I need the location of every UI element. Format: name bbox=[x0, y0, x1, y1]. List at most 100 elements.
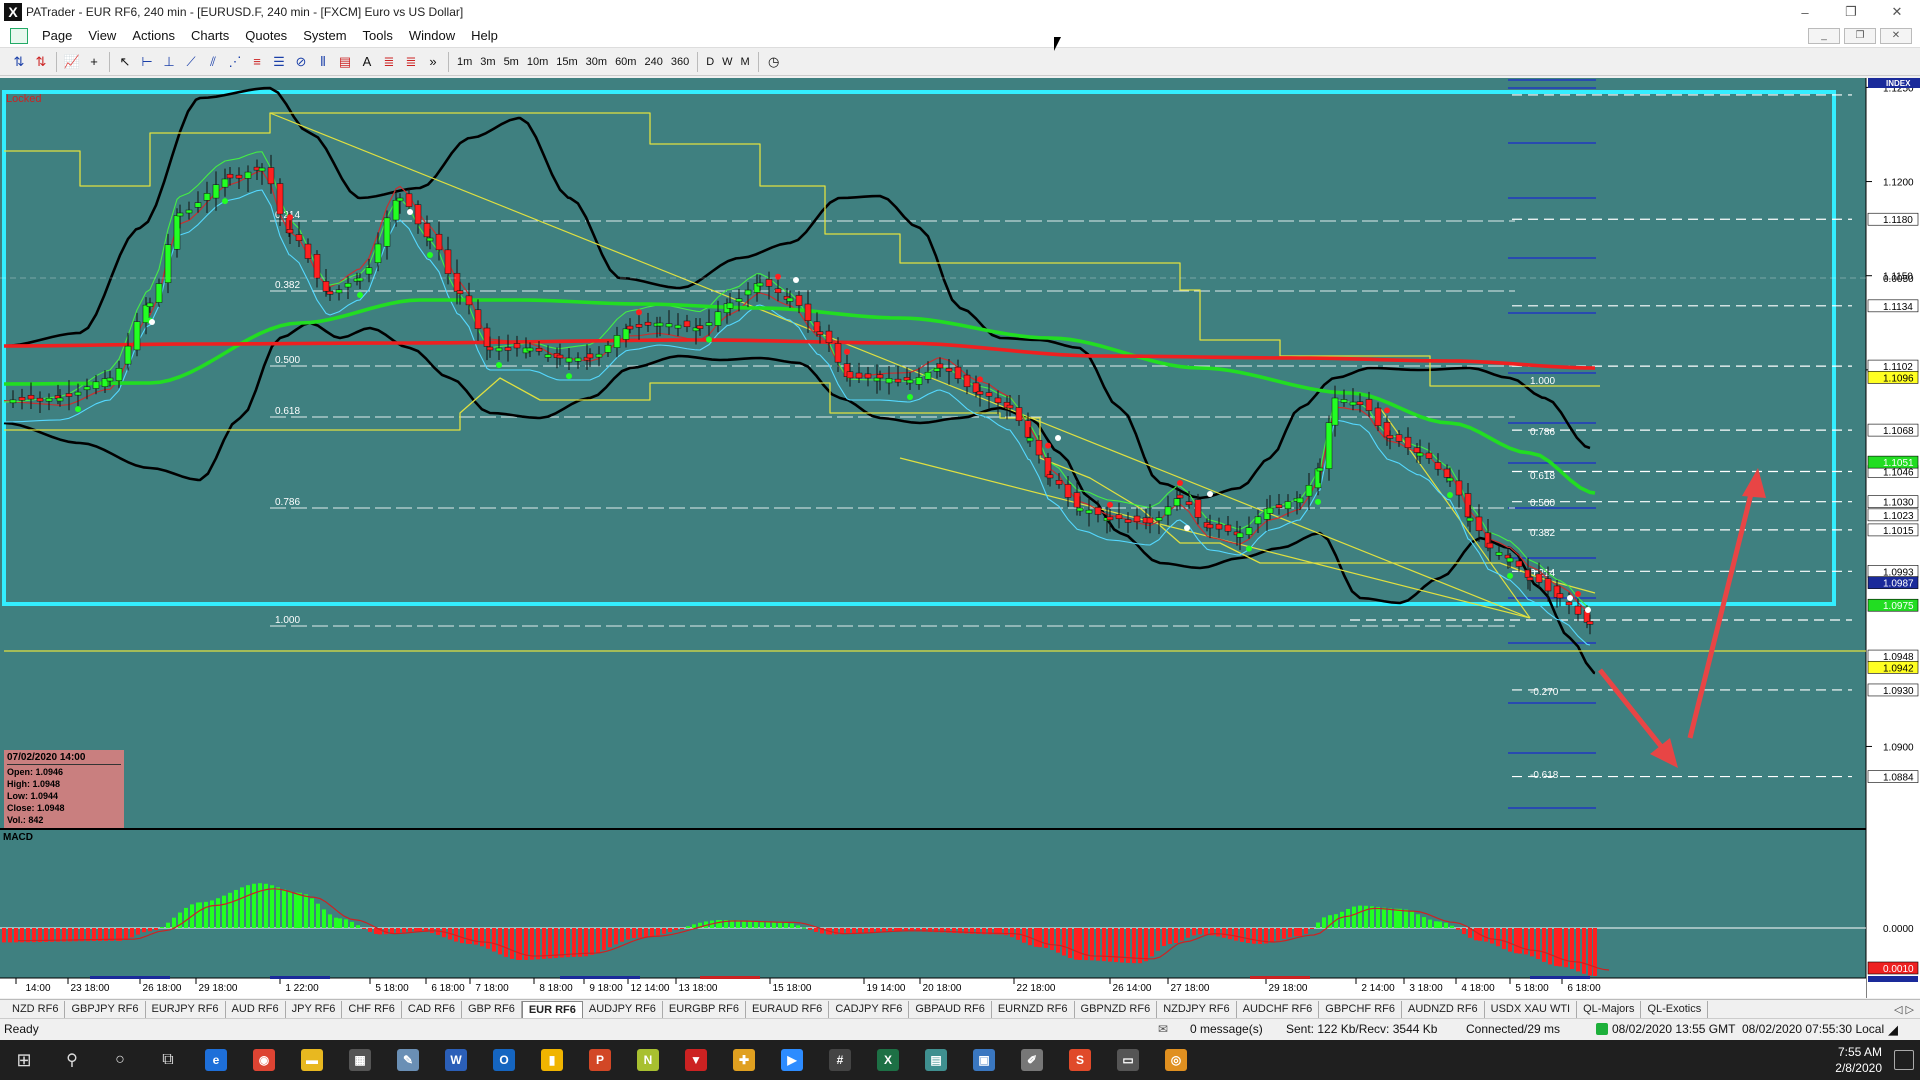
timeframe-3m-button[interactable]: 3m bbox=[476, 56, 499, 68]
symbol-tab[interactable]: EURAUD RF6 bbox=[746, 1000, 830, 1018]
rectangle-icon[interactable]: ▤ bbox=[334, 51, 356, 73]
symbol-tab[interactable]: NZD RF6 bbox=[6, 1000, 66, 1018]
gann-icon[interactable]: ⊘ bbox=[290, 51, 312, 73]
chart-type-icon[interactable]: 📈 bbox=[61, 51, 83, 73]
timeframe-10m-button[interactable]: 10m bbox=[523, 56, 552, 68]
symbol-tab[interactable]: AUDJPY RF6 bbox=[583, 1000, 663, 1018]
resize-grip-icon[interactable]: ◢ bbox=[1888, 1022, 1898, 1038]
timeframe-1m-button[interactable]: 1m bbox=[453, 56, 476, 68]
taskbar-app-calculator[interactable]: # bbox=[816, 1040, 864, 1080]
taskbar-app-brush[interactable]: ✐ bbox=[1008, 1040, 1056, 1080]
mail-icon[interactable]: ✉ bbox=[1158, 1022, 1168, 1036]
timeframe-15m-button[interactable]: 15m bbox=[552, 56, 581, 68]
taskbar-app-slides[interactable]: S bbox=[1056, 1040, 1104, 1080]
timeframe-60m-button[interactable]: 60m bbox=[611, 56, 640, 68]
vertical-line-icon[interactable]: ⊥ bbox=[158, 51, 180, 73]
menu-tools[interactable]: Tools bbox=[355, 28, 401, 43]
period-weekly-button[interactable]: W bbox=[718, 56, 736, 68]
levels-alt-icon[interactable]: ≣ bbox=[400, 51, 422, 73]
taskbar-app-chart[interactable]: ▤ bbox=[912, 1040, 960, 1080]
taskbar-app-trader[interactable]: ▦ bbox=[336, 1040, 384, 1080]
taskbar-app-notes[interactable]: ✎ bbox=[384, 1040, 432, 1080]
taskbar-app-files[interactable]: ▬ bbox=[288, 1040, 336, 1080]
menu-charts[interactable]: Charts bbox=[183, 28, 237, 43]
timeframe-30m-button[interactable]: 30m bbox=[582, 56, 611, 68]
symbol-tab[interactable]: QL-Majors bbox=[1577, 1000, 1642, 1018]
menu-quotes[interactable]: Quotes bbox=[237, 28, 295, 43]
chart-menu-icon[interactable] bbox=[10, 27, 28, 44]
period-monthly-button[interactable]: M bbox=[737, 56, 754, 68]
child-restore-button[interactable]: ❐ bbox=[1844, 28, 1876, 44]
fib-retracement-icon[interactable]: ≡ bbox=[246, 51, 268, 73]
taskbar-app-bird[interactable]: ▼ bbox=[672, 1040, 720, 1080]
menu-page[interactable]: Page bbox=[34, 28, 80, 43]
menu-window[interactable]: Window bbox=[401, 28, 463, 43]
crosshair-icon[interactable]: + bbox=[83, 51, 105, 73]
symbol-tab[interactable]: NZDJPY RF6 bbox=[1157, 1000, 1237, 1018]
status-messages[interactable]: 0 message(s) bbox=[1190, 1022, 1263, 1036]
taskbar-app-paint[interactable]: ✚ bbox=[720, 1040, 768, 1080]
taskbar-app-monitor[interactable]: ▣ bbox=[960, 1040, 1008, 1080]
chart-area[interactable]: 0.214 0.382 0.500 0.618 0.786 1.000 1.000 0.786… bbox=[0, 78, 1920, 998]
symbol-tab[interactable]: JPY RF6 bbox=[286, 1000, 343, 1018]
symbol-tab[interactable]: GBPCHF RF6 bbox=[1319, 1000, 1402, 1018]
cycle-lines-icon[interactable]: ⦀ bbox=[312, 51, 334, 73]
taskbar-app-edge[interactable]: e bbox=[192, 1040, 240, 1080]
notification-icon[interactable] bbox=[1894, 1050, 1914, 1070]
taskbar-app-word[interactable]: W bbox=[432, 1040, 480, 1080]
taskbar-app-coins[interactable]: ◎ bbox=[1152, 1040, 1200, 1080]
taskbar-clock[interactable]: 7:55 AM 2/8/2020 bbox=[1835, 1044, 1882, 1076]
channel-icon[interactable]: ⫽ bbox=[202, 51, 224, 73]
symbol-tab[interactable]: EURJPY RF6 bbox=[146, 1000, 226, 1018]
symbol-tab[interactable]: AUD RF6 bbox=[226, 1000, 286, 1018]
menu-view[interactable]: View bbox=[80, 28, 124, 43]
symbol-tab[interactable]: USDX XAU WTI bbox=[1485, 1000, 1578, 1018]
start-button[interactable]: ⊞ bbox=[0, 1040, 48, 1080]
symbol-tab[interactable]: EURGBP RF6 bbox=[663, 1000, 747, 1018]
trendline-icon[interactable]: ⟋ bbox=[180, 51, 202, 73]
text-icon[interactable]: A bbox=[356, 51, 378, 73]
symbol-tab[interactable]: GBPJPY RF6 bbox=[65, 1000, 146, 1018]
price-chart[interactable]: 0.2140.3820.5000.6180.7861.0001.0000.786… bbox=[0, 78, 1920, 998]
symbol-tab[interactable]: GBPAUD RF6 bbox=[909, 1000, 992, 1018]
symbol-tab[interactable]: AUDNZD RF6 bbox=[1402, 1000, 1485, 1018]
child-close-button[interactable]: ✕ bbox=[1880, 28, 1912, 44]
symbol-tab[interactable]: CAD RF6 bbox=[402, 1000, 462, 1018]
fib-fan-icon[interactable]: ⋰ bbox=[224, 51, 246, 73]
order-icon[interactable]: ⇅ bbox=[30, 51, 52, 73]
menu-system[interactable]: System bbox=[295, 28, 354, 43]
toolbar-overflow-button[interactable]: » bbox=[422, 51, 444, 73]
symbol-tab[interactable]: EURNZD RF6 bbox=[992, 1000, 1075, 1018]
taskbar-app-powerpoint[interactable]: P bbox=[576, 1040, 624, 1080]
search-button[interactable]: ⚲ bbox=[48, 1040, 96, 1080]
symbol-tab[interactable]: GBPNZD RF6 bbox=[1075, 1000, 1158, 1018]
clock-icon[interactable]: ◷ bbox=[763, 51, 785, 73]
taskbar-app-folder[interactable]: ▮ bbox=[528, 1040, 576, 1080]
menu-actions[interactable]: Actions bbox=[124, 28, 183, 43]
symbol-tab[interactable]: AUDCHF RF6 bbox=[1237, 1000, 1320, 1018]
horizontal-line-icon[interactable]: ⊢ bbox=[136, 51, 158, 73]
symbol-tab[interactable]: QL-Exotics bbox=[1641, 1000, 1709, 1018]
taskbar-app-window[interactable]: ▭ bbox=[1104, 1040, 1152, 1080]
period-daily-button[interactable]: D bbox=[702, 56, 718, 68]
taskbar-app-excel[interactable]: X bbox=[864, 1040, 912, 1080]
taskbar-app-chrome[interactable]: ◉ bbox=[240, 1040, 288, 1080]
levels-icon[interactable]: ≣ bbox=[378, 51, 400, 73]
buy-sell-icon[interactable]: ⇅ bbox=[8, 51, 30, 73]
taskbar-app-outlook[interactable]: O bbox=[480, 1040, 528, 1080]
timeframe-360-button[interactable]: 360 bbox=[667, 56, 693, 68]
task-view-button[interactable]: ⧉ bbox=[144, 1040, 192, 1080]
taskbar-app-ninja[interactable]: N bbox=[624, 1040, 672, 1080]
tab-scroll-arrows[interactable]: ◁ ▷ bbox=[1894, 1003, 1914, 1016]
timeframe-5m-button[interactable]: 5m bbox=[500, 56, 523, 68]
symbol-tab[interactable]: EUR RF6 bbox=[521, 1000, 583, 1018]
minimize-button[interactable]: – bbox=[1782, 0, 1828, 24]
child-minimize-button[interactable]: _ bbox=[1808, 28, 1840, 44]
symbol-tab[interactable]: CADJPY RF6 bbox=[829, 1000, 910, 1018]
cortana-button[interactable]: ○ bbox=[96, 1040, 144, 1080]
close-button[interactable]: ✕ bbox=[1874, 0, 1920, 24]
menu-help[interactable]: Help bbox=[463, 28, 506, 43]
symbol-tab[interactable]: CHF RF6 bbox=[342, 1000, 402, 1018]
cursor-icon[interactable]: ↖ bbox=[114, 51, 136, 73]
timeframe-240-button[interactable]: 240 bbox=[640, 56, 666, 68]
